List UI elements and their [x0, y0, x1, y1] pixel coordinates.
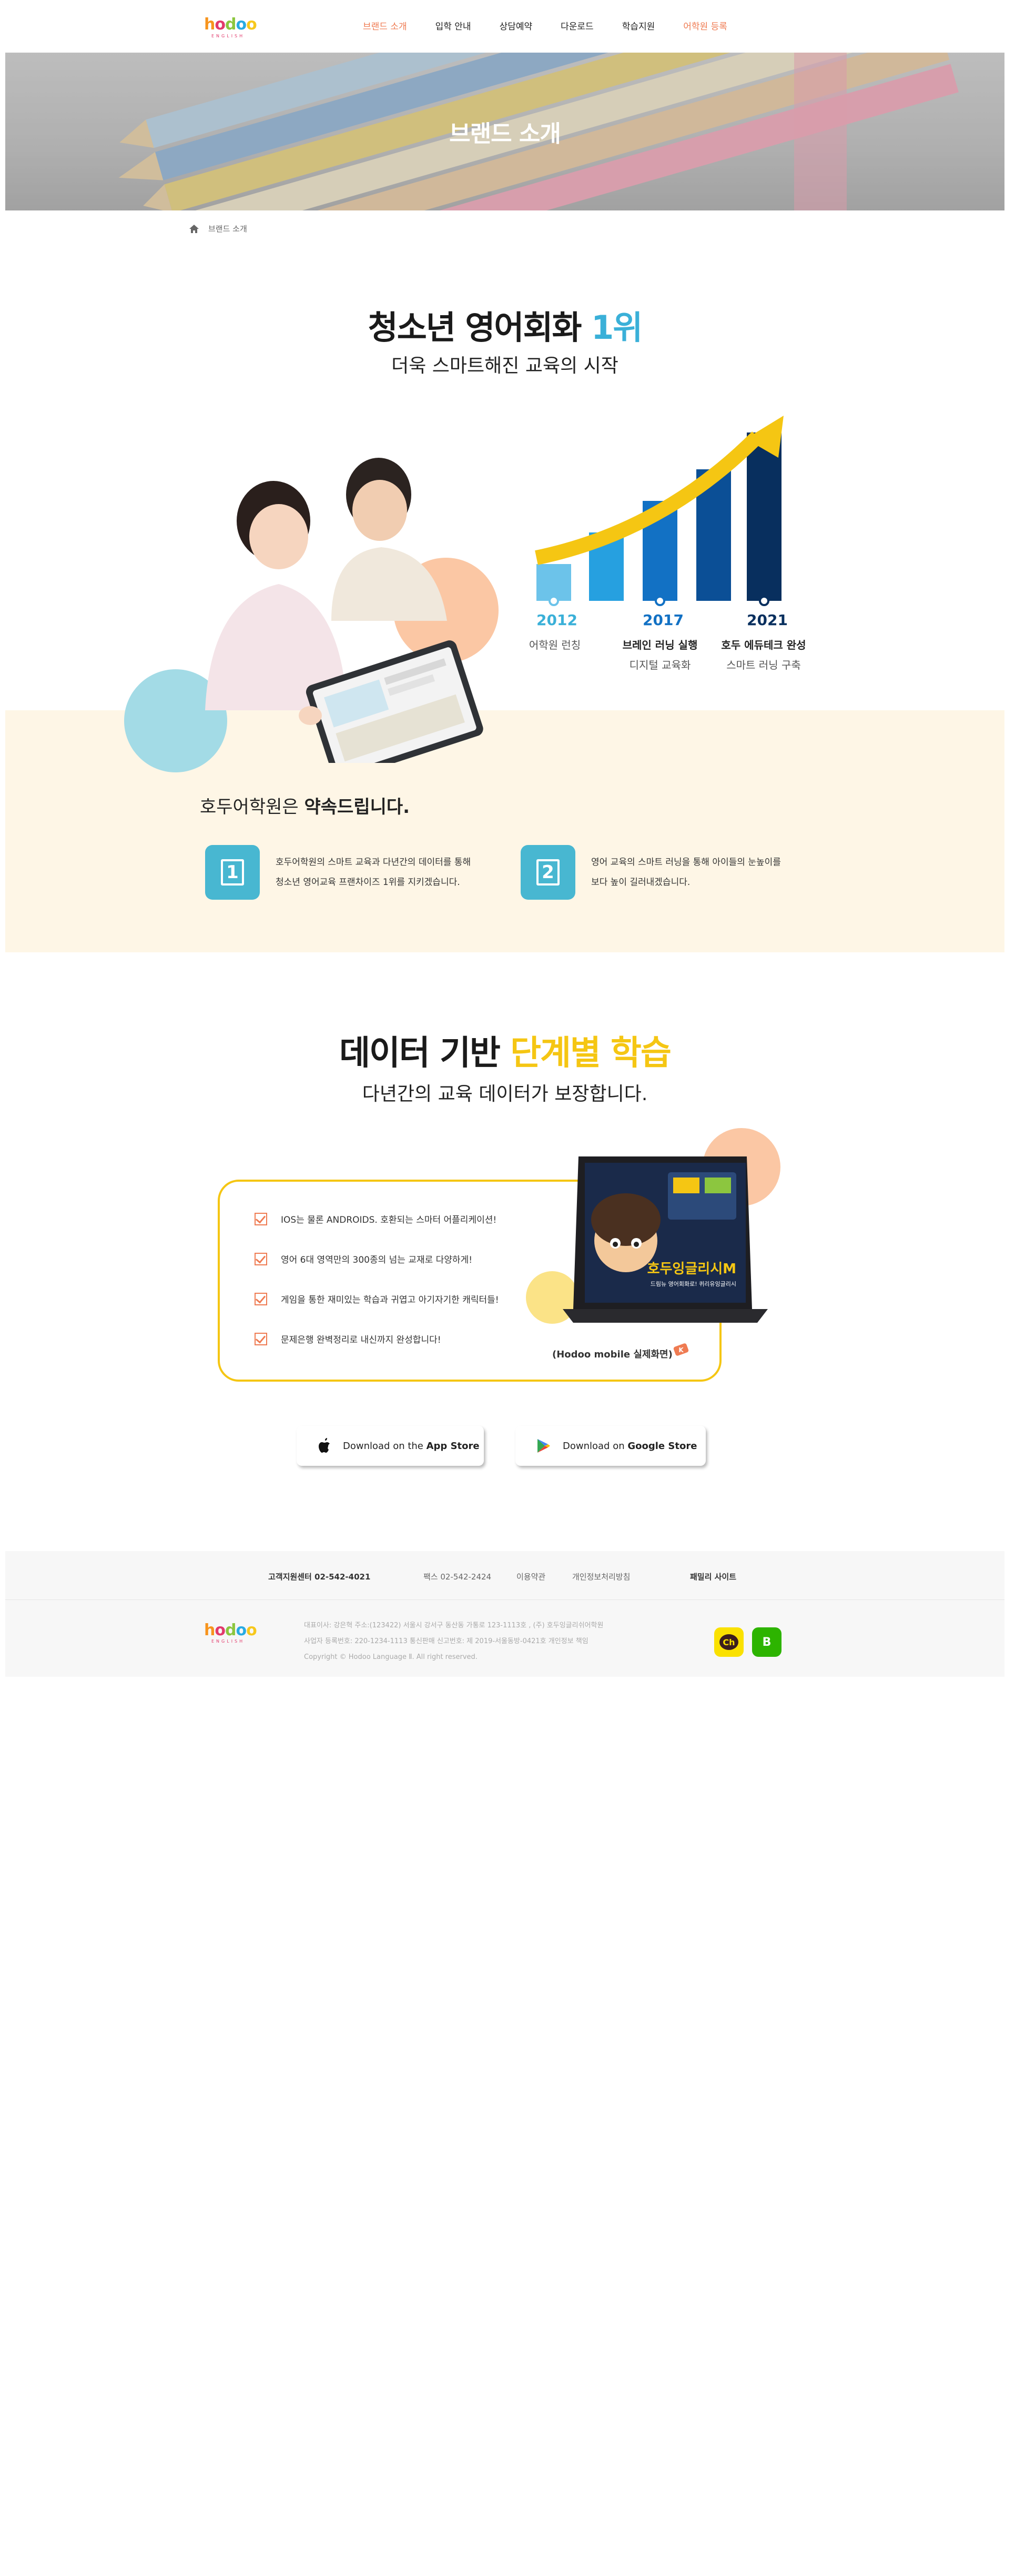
promise-text-1-line2: 청소년 영어교육 프랜차이즈 1위를 지키겠습니다. — [276, 877, 460, 888]
promise-text-2-line2: 보다 높이 길러내겠습니다. — [591, 877, 691, 888]
promise-number-2-text: 2 — [536, 859, 560, 886]
feature-text-4: 문제은행 완벽정리로 내신까지 완성합니다! — [281, 1335, 441, 1345]
home-icon[interactable] — [189, 224, 199, 233]
check-icon — [255, 1292, 267, 1305]
app-store-prefix: Download on the — [343, 1440, 427, 1452]
check-icon — [255, 1212, 267, 1225]
page: hodoo ENGLISH 브랜드 소개 입학 안내 상담예약 다운로드 학습지… — [5, 0, 1004, 1678]
desc-2021: 스마트 러닝 구축 — [726, 659, 801, 671]
intro-title: 청소년 영어회화 1위 — [5, 301, 1004, 348]
google-store-button[interactable]: Download on Google Store — [515, 1426, 706, 1466]
promise-number-1: 1 — [205, 845, 260, 900]
google-play-icon — [537, 1439, 550, 1453]
promise-item-2: 2 영어 교육의 스마트 러닝을 통해 아이들의 눈높이를 보다 높이 길러내겠… — [521, 845, 781, 900]
footer-logo: hodoo ENGLISH — [204, 1622, 257, 1644]
footer-fax: 팩스 02-542-2424 — [423, 1572, 492, 1582]
footer-family-site[interactable]: 패밀리 사이트 — [690, 1571, 736, 1582]
svg-text:K: K — [678, 1346, 684, 1354]
promise-text-2: 영어 교육의 스마트 러닝을 통해 아이들의 눈높이를 보다 높이 길러내겠습니… — [591, 845, 781, 892]
bar-2012 — [536, 564, 571, 601]
apple-icon — [319, 1438, 330, 1453]
promise-item-1: 1 호두어학원의 스마트 교육과 다년간의 데이터를 통해 청소년 영어교육 프… — [205, 845, 471, 900]
footer-logo-word: hodoo — [204, 1621, 257, 1639]
app-store-label: Download on the App Store — [343, 1441, 480, 1452]
feature-text-3: 게임을 통한 재미있는 학습과 귀엽고 아기자기한 캐릭터들! — [281, 1295, 499, 1305]
hero-banner: 브랜드 소개 — [5, 53, 1004, 210]
promise-text-1-line1: 호두어학원의 스마트 교육과 다년간의 데이터를 통해 — [276, 857, 471, 868]
promise-text-1: 호두어학원의 스마트 교육과 다년간의 데이터를 통해 청소년 영어교육 프랜차… — [276, 845, 471, 892]
check-icon — [255, 1332, 267, 1345]
nav-study-support[interactable]: 학습지원 — [622, 19, 655, 32]
footer-terms-link[interactable]: 이용약관 — [516, 1571, 545, 1582]
nav-admission[interactable]: 입학 안내 — [435, 19, 471, 32]
year-2017: 2017 — [643, 611, 684, 629]
kakao-channel-icon[interactable]: Ch — [714, 1627, 744, 1657]
pencil-ko-icon: K — [673, 1343, 689, 1356]
desc-2017: 디지털 교육화 — [629, 659, 691, 671]
feature-item-2: 영어 6대 영역만의 300종의 넘는 교재로 다양하게! — [255, 1252, 472, 1265]
promise-number-1-text: 1 — [221, 859, 244, 886]
nav-download[interactable]: 다운로드 — [561, 19, 594, 32]
kakao-channel-text: Ch — [719, 1634, 738, 1650]
company-info-1: 대표이사: 강은혁 주소:(123422) 서울시 강서구 동산동 가통로 12… — [304, 1622, 604, 1629]
footer-info: hodoo ENGLISH 대표이사: 강은혁 주소:(123422) 서울시 … — [5, 1600, 1004, 1677]
growth-chart: 2012 어학원 런칭 2017 브레인 러닝 실행 디지털 교육화 2021 … — [526, 416, 820, 689]
mobile-label: (Hodoo mobile 실제화면) — [552, 1349, 673, 1360]
intro-subtitle: 더욱 스마트해진 교육의 시작 — [391, 355, 618, 377]
data-title-main: 데이터 기반 — [339, 1034, 511, 1073]
nav-academy-register[interactable]: 어학원 등록 — [683, 19, 727, 32]
hodoo-logo[interactable]: hodoo ENGLISH — [204, 16, 257, 39]
title-2021: 호두 에듀테크 완성 — [721, 639, 806, 651]
tablet-screenshot: 호두잉글리시M 드림뉴 영어회화로! 퀴리유잉글리시 — [563, 1156, 768, 1323]
footer-logo-sub: ENGLISH — [211, 1639, 245, 1644]
logo-sub: ENGLISH — [211, 34, 245, 38]
site-header: hodoo ENGLISH 브랜드 소개 입학 안내 상담예약 다운로드 학습지… — [5, 0, 1004, 53]
bar-2021 — [747, 432, 781, 601]
promise-text-2-line1: 영어 교육의 스마트 러닝을 통해 아이들의 눈높이를 — [591, 857, 781, 868]
footer-privacy-link[interactable]: 개인정보처리방침 — [572, 1571, 630, 1582]
tablet-sub: 드림뉴 영어회화로! 퀴리유잉글리시 — [651, 1281, 736, 1287]
promise-prefix: 호두어학원은 — [200, 797, 304, 818]
naver-blog-text: B — [762, 1635, 772, 1649]
footer-cs: 고객지원센터 02-542-4021 — [268, 1572, 371, 1582]
feature-item-1: IOS는 물론 ANDROIDS. 호환되는 스마터 어플리케이션! — [255, 1212, 496, 1225]
nav-consultation[interactable]: 상담예약 — [500, 19, 533, 32]
data-subtitle: 다년간의 교육 데이터가 보장합니다. — [362, 1083, 648, 1105]
company-info-2: 사업자 등록번호: 220-1234-1113 통신판매 신고번호: 제 201… — [304, 1637, 588, 1645]
data-title-highlight: 단계별 학습 — [510, 1034, 672, 1073]
company-info-3: Copyright © Hodoo Language Ⅱ. All right … — [304, 1653, 478, 1661]
naver-blog-icon[interactable]: B — [752, 1627, 781, 1657]
desc-2012: 어학원 런칭 — [529, 639, 581, 651]
company-info: 대표이사: 강은혁 주소:(123422) 서울시 강서구 동산동 가통로 12… — [304, 1618, 603, 1665]
footer-links-bar: 고객지원센터 02-542-4021 팩스 02-542-2424 이용약관 개… — [5, 1551, 1004, 1600]
student-teacher-photo — [205, 458, 483, 763]
feature-text-1: IOS는 물론 ANDROIDS. 호환되는 스마터 어플리케이션! — [281, 1215, 497, 1225]
promise-heading: 호두어학원은 약속드립니다. — [200, 792, 410, 818]
breadcrumb: 브랜드 소개 — [189, 223, 247, 234]
hero-title: 브랜드 소개 — [449, 120, 561, 147]
google-store-bold: Google Store — [627, 1440, 697, 1452]
feature-item-4: 문제은행 완벽정리로 내신까지 완성합니다! — [255, 1332, 441, 1345]
promise-bold: 약속드립니다. — [304, 797, 410, 818]
logo-word: hodoo — [204, 15, 257, 34]
year-2021: 2021 — [747, 611, 788, 629]
intro-title-main: 청소년 영어회화 — [368, 308, 592, 347]
title-2017: 브레인 러닝 실행 — [622, 639, 698, 651]
promise-number-2: 2 — [521, 845, 575, 900]
data-title: 데이터 기반 단계별 학습 — [5, 1026, 1004, 1074]
year-2012: 2012 — [536, 611, 577, 629]
check-icon — [255, 1252, 267, 1265]
google-store-label: Download on Google Store — [563, 1441, 697, 1452]
app-store-bold: App Store — [426, 1440, 480, 1452]
breadcrumb-current: 브랜드 소개 — [208, 224, 247, 234]
nav-brand-intro[interactable]: 브랜드 소개 — [363, 19, 407, 32]
feature-item-3: 게임을 통한 재미있는 학습과 귀엽고 아기자기한 캐릭터들! — [255, 1292, 499, 1305]
main-nav: 브랜드 소개 입학 안내 상담예약 다운로드 학습지원 어학원 등록 — [363, 19, 727, 32]
intro-title-highlight: 1위 — [591, 308, 643, 347]
tablet-title: 호두잉글리시M — [647, 1261, 736, 1277]
google-store-prefix: Download on — [563, 1440, 628, 1452]
app-store-button[interactable]: Download on the App Store — [297, 1426, 484, 1466]
feature-text-2: 영어 6대 영역만의 300종의 넘는 교재로 다양하게! — [281, 1255, 473, 1265]
